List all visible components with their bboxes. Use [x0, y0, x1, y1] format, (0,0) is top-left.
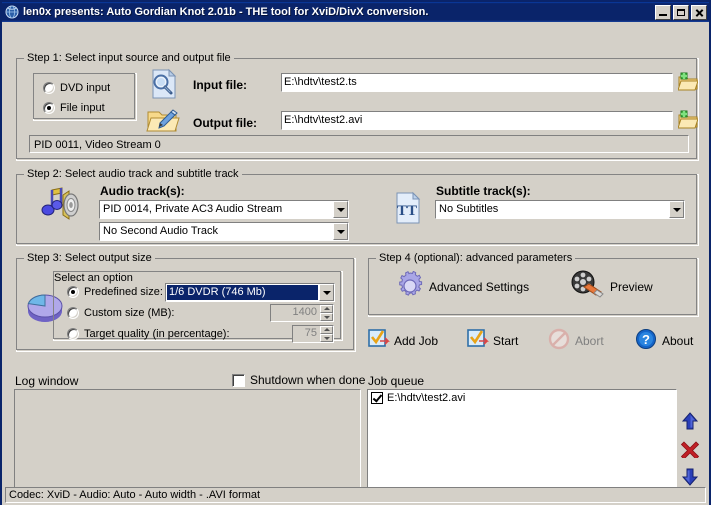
- job-checkbox[interactable]: [371, 392, 383, 404]
- audio-tracks-label: Audio track(s):: [100, 184, 185, 198]
- chevron-down-icon[interactable]: [333, 223, 348, 240]
- spinner-down[interactable]: [320, 313, 333, 321]
- radio-file-input-label: File input: [60, 102, 105, 114]
- radio-dot: [67, 286, 79, 298]
- subtitle-track-value: No Subtitles: [439, 203, 499, 215]
- job-queue-list[interactable]: E:\hdtv\test2.avi: [367, 389, 677, 492]
- subtitle-track-combo[interactable]: No Subtitles: [435, 200, 685, 219]
- radio-predefined-size-label: Predefined size:: [84, 286, 163, 298]
- log-window-label: Log window: [15, 374, 79, 388]
- step3-legend: Step 3: Select output size: [24, 252, 155, 264]
- start-label[interactable]: Start: [493, 334, 518, 348]
- target-quality-stepper[interactable]: 75: [292, 325, 334, 343]
- step4-legend: Step 4 (optional): advanced parameters: [376, 252, 576, 264]
- step2-legend: Step 2: Select audio track and subtitle …: [24, 168, 242, 180]
- status-bar: Codec: XviD - Audio: Auto - Auto width -…: [5, 487, 706, 503]
- radio-dot: [67, 307, 79, 319]
- radio-dot: [43, 82, 55, 94]
- radio-target-quality[interactable]: Target quality (in percentage):: [67, 328, 230, 340]
- chevron-down-icon[interactable]: [669, 201, 684, 218]
- radio-predefined-size[interactable]: Predefined size:: [67, 286, 163, 298]
- red-x-icon[interactable]: [681, 440, 699, 458]
- output-file-label: Output file:: [193, 116, 257, 130]
- stream-info-field: PID 0011, Video Stream 0: [29, 135, 689, 153]
- radio-dot: [67, 328, 79, 340]
- gear-icon[interactable]: [395, 271, 425, 301]
- predefined-size-combo[interactable]: 1/6 DVDR (746 Mb): [165, 283, 335, 302]
- preview-label[interactable]: Preview: [610, 280, 653, 294]
- shutdown-when-done-checkbox[interactable]: Shutdown when done: [232, 373, 365, 387]
- custom-size-value: 1400: [292, 306, 317, 318]
- browse-input-open-folder-icon[interactable]: [678, 72, 698, 92]
- custom-size-stepper[interactable]: 1400: [270, 304, 334, 322]
- globe-icon: [5, 5, 19, 19]
- radio-target-quality-label: Target quality (in percentage):: [84, 328, 230, 340]
- radio-custom-size-label: Custom size (MB):: [84, 307, 175, 319]
- input-file-label: Input file:: [193, 78, 247, 92]
- chevron-down-icon[interactable]: [319, 284, 334, 301]
- output-file-field[interactable]: E:\hdtv\test2.avi: [281, 111, 673, 130]
- audio-track-1-value: PID 0014, Private AC3 Audio Stream: [103, 203, 283, 215]
- window-title: len0x presents: Auto Gordian Knot 2.01b …: [23, 6, 429, 18]
- audio-track-2-value: No Second Audio Track: [103, 225, 218, 237]
- radio-custom-size[interactable]: Custom size (MB):: [67, 307, 174, 319]
- maximize-button[interactable]: [673, 4, 689, 20]
- chevron-down-icon[interactable]: [333, 201, 348, 218]
- job-label: E:\hdtv\test2.avi: [387, 392, 466, 404]
- window-controls: [655, 4, 707, 20]
- step4-group: Step 4 (optional): advanced parameters A…: [368, 252, 699, 317]
- abort-no-entry-icon: [548, 328, 570, 350]
- folder-edit-icon: [145, 103, 183, 137]
- input-file-field[interactable]: E:\hdtv\test2.ts: [281, 73, 673, 92]
- subtitle-tt-icon: TT: [393, 191, 425, 225]
- arrow-down-icon[interactable]: [681, 468, 699, 486]
- checkbox-box: [232, 373, 245, 387]
- step1-legend: Step 1: Select input source and output f…: [24, 52, 234, 64]
- shutdown-when-done-label: Shutdown when done: [250, 373, 366, 387]
- client-area: Step 1: Select input source and output f…: [2, 22, 709, 505]
- list-item[interactable]: E:\hdtv\test2.avi: [368, 390, 676, 406]
- add-job-checklist-arrow-icon[interactable]: [368, 328, 390, 350]
- svg-text:?: ?: [642, 332, 650, 347]
- step2-group: Step 2: Select audio track and subtitle …: [16, 168, 699, 246]
- arrow-up-icon[interactable]: [681, 412, 699, 430]
- target-quality-value: 75: [304, 327, 317, 339]
- radio-dvd-input[interactable]: DVD input: [43, 82, 110, 94]
- application-window: len0x presents: Auto Gordian Knot 2.01b …: [0, 0, 711, 505]
- audio-track-1-combo[interactable]: PID 0014, Private AC3 Audio Stream: [99, 200, 349, 219]
- step3-group: Step 3: Select output size Select an opt…: [16, 252, 356, 352]
- add-job-label[interactable]: Add Job: [394, 334, 438, 348]
- spinner-down[interactable]: [320, 334, 333, 342]
- film-reel-icon[interactable]: [570, 269, 604, 301]
- radio-file-input[interactable]: File input: [43, 102, 105, 114]
- spinner-buttons[interactable]: [320, 305, 333, 321]
- about-label[interactable]: About: [662, 334, 693, 348]
- about-question-mark-icon[interactable]: ?: [635, 328, 657, 350]
- spinner-buttons[interactable]: [320, 326, 333, 342]
- title-bar: len0x presents: Auto Gordian Knot 2.01b …: [2, 2, 709, 22]
- start-checklist-arrow-icon[interactable]: [467, 328, 489, 350]
- radio-dvd-input-label: DVD input: [60, 82, 111, 94]
- step1-group: Step 1: Select input source and output f…: [16, 52, 699, 161]
- log-window-output[interactable]: [14, 389, 361, 492]
- svg-text:TT: TT: [397, 203, 417, 219]
- minimize-button[interactable]: [655, 4, 671, 20]
- abort-label: Abort: [575, 334, 604, 348]
- subtitle-tracks-label: Subtitle track(s):: [436, 184, 531, 198]
- advanced-settings-label[interactable]: Advanced Settings: [429, 280, 529, 294]
- radio-dot: [43, 102, 55, 114]
- speaker-note-icon: [34, 187, 80, 225]
- predefined-size-value: 1/6 DVDR (746 Mb): [167, 285, 318, 300]
- job-queue-label: Job queue: [368, 374, 425, 388]
- spinner-up[interactable]: [320, 305, 333, 313]
- audio-track-2-combo[interactable]: No Second Audio Track: [99, 222, 349, 241]
- close-button[interactable]: [691, 4, 707, 20]
- browse-output-open-folder-icon[interactable]: [678, 110, 698, 130]
- spinner-up[interactable]: [320, 326, 333, 334]
- file-search-icon: [147, 67, 181, 101]
